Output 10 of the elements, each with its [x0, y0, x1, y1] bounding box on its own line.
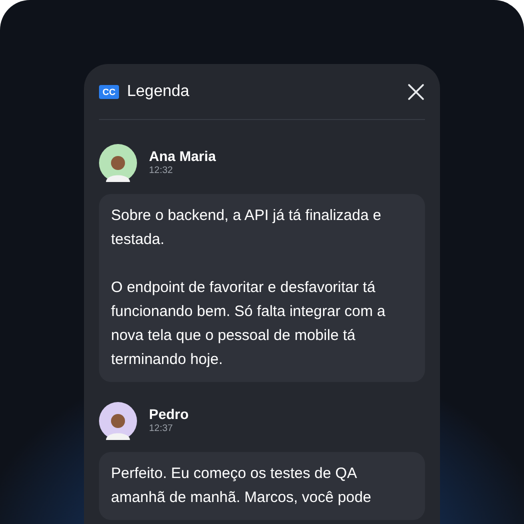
author-name: Ana Maria	[149, 148, 216, 164]
cc-icon: CC	[99, 84, 119, 98]
message-text: Sobre o backend, a API já tá finalizada e testada.	[111, 206, 382, 250]
close-button[interactable]	[407, 82, 425, 100]
message-time: 12:32	[149, 164, 174, 178]
message-text: O endpoint de favoritar e desfavoritar tá funcionando bem. Só falta integrar com a nova tela que o pessoal de mobile tá terminando hoje.	[111, 278, 386, 370]
message-text: Perfeito. Eu começo os testes de QA amanhã de manhã. Marcos, você pode	[111, 464, 372, 508]
panel-title: Legenda	[127, 82, 190, 102]
message-time: 12:37	[149, 422, 174, 436]
author-name: Pedro	[149, 406, 189, 422]
